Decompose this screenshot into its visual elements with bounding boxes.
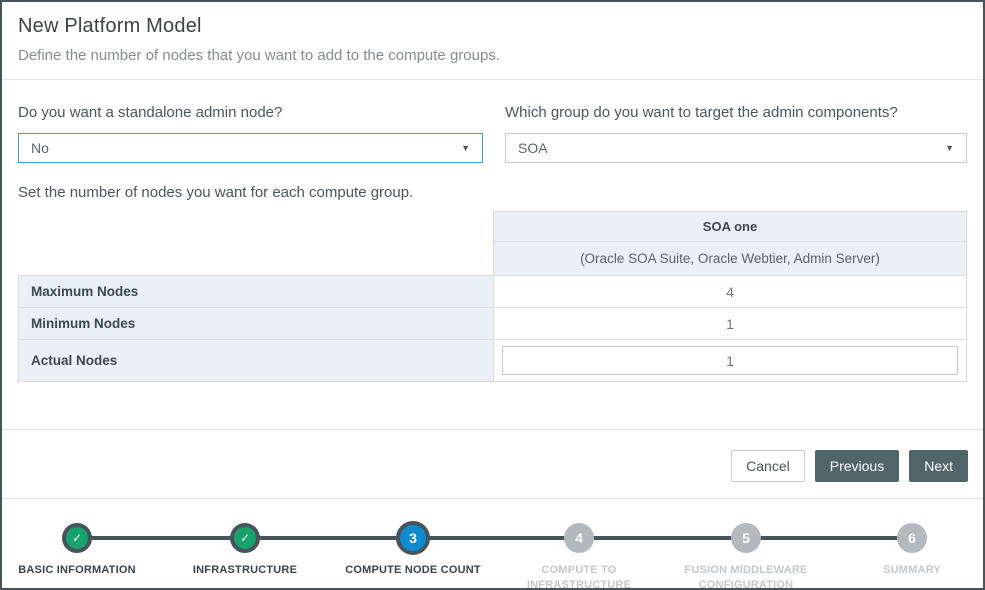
- table-header-row: SOA one: [19, 212, 967, 242]
- cancel-button[interactable]: Cancel: [731, 450, 805, 482]
- step-circle-basic-information[interactable]: ✓: [62, 523, 92, 553]
- table-row: Actual Nodes: [19, 340, 967, 382]
- dialog-header: New Platform Model Define the number of …: [2, 2, 983, 80]
- step-label-compute-to-infrastructure-mapping: COMPUTE TO INFRASTRUCTURE MAPPING: [499, 563, 659, 590]
- minimum-nodes-value: 1: [494, 308, 967, 340]
- next-button[interactable]: Next: [909, 450, 968, 482]
- step-circle-infrastructure[interactable]: ✓: [230, 523, 260, 553]
- standalone-admin-selected-value: No: [31, 140, 49, 156]
- row-label-maximum-nodes: Maximum Nodes: [19, 276, 494, 308]
- row-label-minimum-nodes: Minimum Nodes: [19, 308, 494, 340]
- step-label-infrastructure: INFRASTRUCTURE: [165, 563, 325, 578]
- step-number: 3: [409, 530, 417, 546]
- step-number: 4: [575, 530, 583, 546]
- table-subheader-row: (Oracle SOA Suite, Oracle Webtier, Admin…: [19, 242, 967, 276]
- step-label-basic-information: BASIC INFORMATION: [0, 563, 157, 578]
- step-label-compute-node-count: COMPUTE NODE COUNT: [333, 563, 493, 578]
- target-group-selected-value: SOA: [518, 140, 548, 156]
- step-number: 6: [908, 530, 916, 546]
- previous-button[interactable]: Previous: [815, 450, 899, 482]
- page-title: New Platform Model: [18, 15, 967, 38]
- table-instruction: Set the number of nodes you want for eac…: [18, 184, 967, 201]
- step-circle-summary[interactable]: 6: [897, 523, 927, 553]
- table-row: Maximum Nodes 4: [19, 276, 967, 308]
- compute-nodes-table: SOA one (Oracle SOA Suite, Oracle Webtie…: [18, 211, 967, 382]
- chevron-down-icon: ▼: [945, 143, 954, 153]
- step-label-fusion-middleware-configuration: FUSION MIDDLEWARE CONFIGURATION: [666, 563, 826, 590]
- target-group-question: Which group do you want to target the ad…: [505, 104, 967, 121]
- check-icon: ✓: [240, 531, 250, 545]
- page-subtitle: Define the number of nodes that you want…: [18, 47, 967, 64]
- table-row: Minimum Nodes 1: [19, 308, 967, 340]
- empty-corner-cell: [19, 242, 494, 276]
- check-icon: ✓: [72, 531, 82, 545]
- step-number: 5: [742, 530, 750, 546]
- actual-nodes-input[interactable]: [502, 346, 958, 375]
- standalone-admin-question: Do you want a standalone admin node?: [18, 104, 483, 121]
- column-subheader-components: (Oracle SOA Suite, Oracle Webtier, Admin…: [494, 242, 967, 276]
- wizard-train: ✓ ✓ 3 4 5 6 BASIC INFORMATION INFRASTRUC…: [2, 499, 983, 590]
- chevron-down-icon: ▼: [461, 143, 470, 153]
- empty-corner-cell: [19, 212, 494, 242]
- stepper-connector-line: [77, 536, 912, 540]
- maximum-nodes-value: 4: [494, 276, 967, 308]
- step-circle-compute-to-infrastructure-mapping[interactable]: 4: [564, 523, 594, 553]
- target-group-select[interactable]: SOA ▼: [505, 133, 967, 163]
- step-circle-compute-node-count[interactable]: 3: [396, 521, 430, 555]
- new-platform-model-dialog: New Platform Model Define the number of …: [0, 0, 985, 590]
- column-header-soa-one: SOA one: [494, 212, 967, 242]
- standalone-admin-select[interactable]: No ▼: [18, 133, 483, 163]
- step-circle-fusion-middleware-configuration[interactable]: 5: [731, 523, 761, 553]
- row-label-actual-nodes: Actual Nodes: [19, 340, 494, 382]
- actual-nodes-cell: [494, 340, 967, 382]
- dialog-footer: Cancel Previous Next: [2, 430, 983, 498]
- dialog-body: Do you want a standalone admin node? Whi…: [2, 104, 983, 429]
- step-label-summary: SUMMARY: [832, 563, 985, 578]
